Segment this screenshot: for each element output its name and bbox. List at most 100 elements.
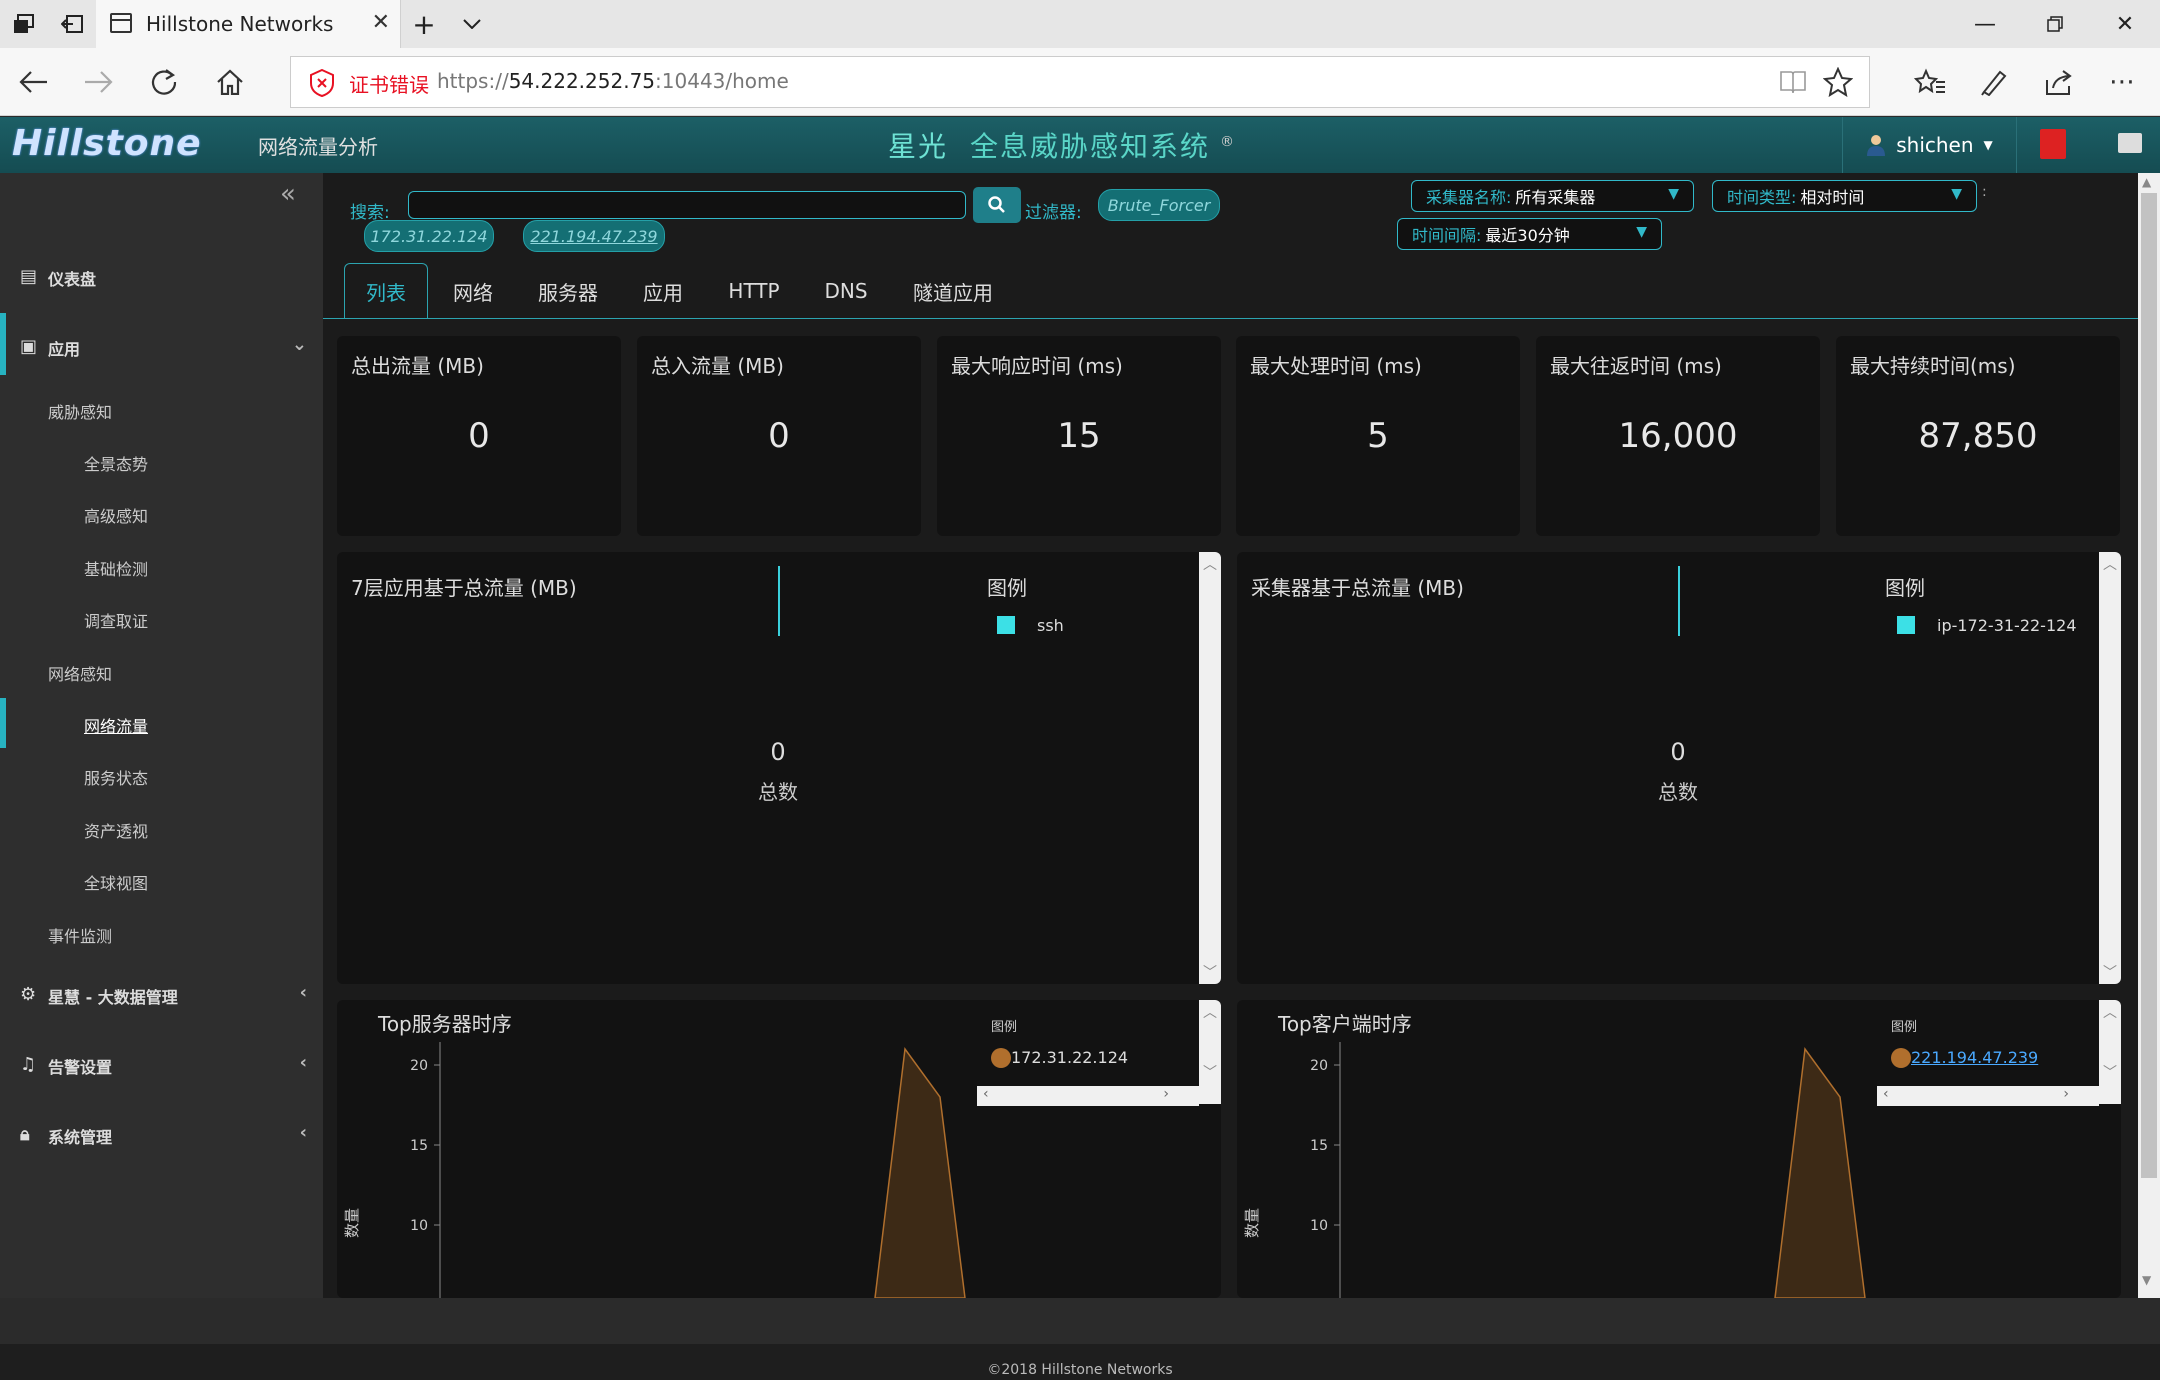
stat-value: 15: [1057, 416, 1101, 456]
stat-card: 最大响应时间 (ms) 15: [937, 336, 1221, 536]
filter-chip-ip[interactable]: 172.31.22.124: [364, 220, 494, 252]
filter-chip-ip[interactable]: 221.194.47.239: [523, 220, 665, 252]
home-icon[interactable]: [206, 58, 254, 106]
legend-item[interactable]: 172.31.22.124: [1011, 1048, 1128, 1067]
legend-item[interactable]: ssh: [1037, 616, 1064, 635]
tab-http[interactable]: HTTP: [716, 263, 792, 319]
tab-list[interactable]: 列表: [344, 263, 428, 319]
minimize-icon[interactable]: —: [1950, 0, 2020, 48]
user-menu[interactable]: shichen ▼: [1842, 117, 2017, 173]
top-client-timeseries-panel: Top客户端时序 20 15 10 数量 图例 221.194.47.239 ‹ › ︿…: [1237, 1000, 2121, 1298]
divider-line: [1678, 566, 1680, 636]
bell-icon: ♫: [20, 1054, 37, 1075]
share-icon[interactable]: [2034, 58, 2082, 106]
search-button[interactable]: [973, 187, 1021, 223]
sidebar-item-threat[interactable]: 威胁感知: [0, 399, 323, 423]
legend-item[interactable]: 221.194.47.239: [1911, 1048, 2038, 1067]
hillstone-logo[interactable]: Hillstone: [12, 123, 202, 164]
legend-title: 图例: [987, 576, 1027, 600]
favorite-star-icon[interactable]: [1823, 67, 1853, 97]
panel-scrollbar[interactable]: ︿ ﹀: [2099, 552, 2121, 984]
panel-title: 采集器基于总流量 (MB): [1251, 576, 1464, 600]
total-value: 0: [1670, 738, 1686, 766]
sidebar-item-panorama[interactable]: 全景态势: [0, 451, 323, 475]
series-area: [874, 1047, 966, 1298]
pdf-export-icon[interactable]: [2040, 129, 2066, 159]
sidebar-item-asset[interactable]: 资产透视: [0, 818, 323, 842]
y-tick-label: 20: [1310, 1058, 1328, 1074]
tab-actions-icon[interactable]: [0, 0, 48, 48]
stat-title: 总出流量 (MB): [351, 354, 484, 378]
series-area: [1774, 1047, 1866, 1298]
stat-title: 最大处理时间 (ms): [1250, 354, 1422, 378]
dropdown-arrow-icon: ▼: [1951, 186, 1962, 202]
legend-hscrollbar[interactable]: ‹ ›: [977, 1086, 1199, 1106]
legend-scrollbar[interactable]: ︿ ﹀: [1199, 1000, 1221, 1104]
sidebar-item-investigate[interactable]: 调查取证: [0, 608, 323, 632]
user-avatar-icon: [1867, 135, 1886, 156]
sidebar-item-system[interactable]: 🔒︎ 系统管理 ‹: [0, 1122, 323, 1148]
scroll-thumb[interactable]: [2141, 193, 2157, 1178]
window-close-icon[interactable]: ✕: [2090, 0, 2160, 48]
sidebar-item-bigdata[interactable]: ⚙ 星慧 - 大数据管理 ‹: [0, 982, 323, 1008]
sidebar-item-netaware[interactable]: 网络感知: [0, 661, 323, 685]
tab-server[interactable]: 服务器: [526, 263, 610, 319]
legend-marker: [991, 1048, 1011, 1068]
message-icon[interactable]: [2118, 133, 2142, 153]
stat-card: 总出流量 (MB) 0: [337, 336, 621, 536]
sidebar-item-basic[interactable]: 基础检测: [0, 556, 323, 580]
tab-application[interactable]: 应用: [626, 263, 700, 319]
sidebar-item-globalview[interactable]: 全球视图: [0, 870, 323, 894]
close-tab-icon[interactable]: ✕: [372, 10, 390, 35]
dropdown-arrow-icon: ▼: [1668, 186, 1679, 202]
cert-error-label[interactable]: 证书错误: [349, 69, 429, 98]
sidebar-item-svcstatus[interactable]: 服务状态: [0, 765, 323, 789]
browser-nav-bar: 证书错误 https://54.222.252.75:10443/home ⋯: [0, 48, 2160, 116]
app-traffic-panel: 7层应用基于总流量 (MB) 图例 ssh 0 总数 ︿ ﹀: [337, 552, 1221, 984]
panel-scrollbar[interactable]: ︿ ﹀: [1199, 552, 1221, 984]
legend-scrollbar[interactable]: ︿ ﹀: [2099, 1000, 2121, 1104]
divider-line: [778, 566, 780, 636]
sidebar-item-alerts[interactable]: ♫ 告警设置 ‹: [0, 1052, 323, 1078]
tab-dns[interactable]: DNS: [808, 263, 884, 319]
interval-select[interactable]: 时间间隔: 最近30分钟 ▼: [1397, 218, 1662, 250]
address-bar[interactable]: 证书错误 https://54.222.252.75:10443/home: [290, 56, 1870, 108]
legend-item[interactable]: ip-172-31-22-124: [1937, 616, 2077, 635]
restore-icon[interactable]: [2020, 0, 2090, 48]
footer: ©2018 Hillstone Networks: [0, 1344, 2160, 1380]
reading-view-icon[interactable]: [1779, 69, 1807, 95]
stat-value: 0: [768, 416, 790, 456]
collapse-sidebar-icon[interactable]: «: [280, 179, 296, 209]
back-tabs-icon[interactable]: [48, 0, 96, 48]
collector-select[interactable]: 采集器名称: 所有采集器 ▼: [1411, 180, 1694, 212]
more-menu-icon[interactable]: ⋯: [2098, 58, 2146, 106]
page-scrollbar[interactable]: ▲ ▼: [2138, 173, 2160, 1298]
sidebar-item-app[interactable]: ▣ 应用 ⌄: [0, 334, 323, 360]
total-label: 总数: [1658, 780, 1698, 804]
page-icon: [110, 13, 132, 33]
app-header: Hillstone 网络流量分析 星光 全息威胁感知系统 ® shichen ▼: [0, 117, 2160, 173]
sidebar-item-dashboard[interactable]: ▤ 仪表盘: [0, 266, 323, 290]
filter-chip[interactable]: Brute_Forcer: [1098, 189, 1220, 221]
forward-icon[interactable]: [74, 58, 122, 106]
sidebar-item-advanced[interactable]: 高级感知: [0, 503, 323, 527]
chevron-down-icon[interactable]: [448, 0, 496, 48]
cert-error-icon[interactable]: [309, 69, 335, 97]
stat-title: 总入流量 (MB): [651, 354, 784, 378]
url-text[interactable]: https://54.222.252.75:10443/home: [437, 69, 789, 93]
new-tab-icon[interactable]: +: [400, 0, 448, 48]
sidebar-item-events[interactable]: 事件监测: [0, 923, 323, 947]
legend-hscrollbar[interactable]: ‹ ›: [1877, 1086, 2099, 1106]
search-input[interactable]: [408, 191, 966, 219]
back-icon[interactable]: [10, 58, 58, 106]
refresh-icon[interactable]: [140, 58, 188, 106]
tab-network[interactable]: 网络: [436, 263, 510, 319]
tab-tunnel[interactable]: 隧道应用: [900, 263, 1006, 319]
sidebar-item-netflow[interactable]: 网络流量: [0, 713, 323, 737]
pen-notes-icon[interactable]: [1970, 58, 2018, 106]
browser-tab[interactable]: Hillstone Networks ✕: [96, 0, 401, 48]
gears-icon: ⚙: [20, 984, 37, 1005]
favorites-hub-icon[interactable]: [1906, 58, 1954, 106]
timetype-select[interactable]: 时间类型: 相对时间 ▼: [1712, 180, 1977, 212]
y-axis-label: 数量: [343, 1208, 361, 1238]
